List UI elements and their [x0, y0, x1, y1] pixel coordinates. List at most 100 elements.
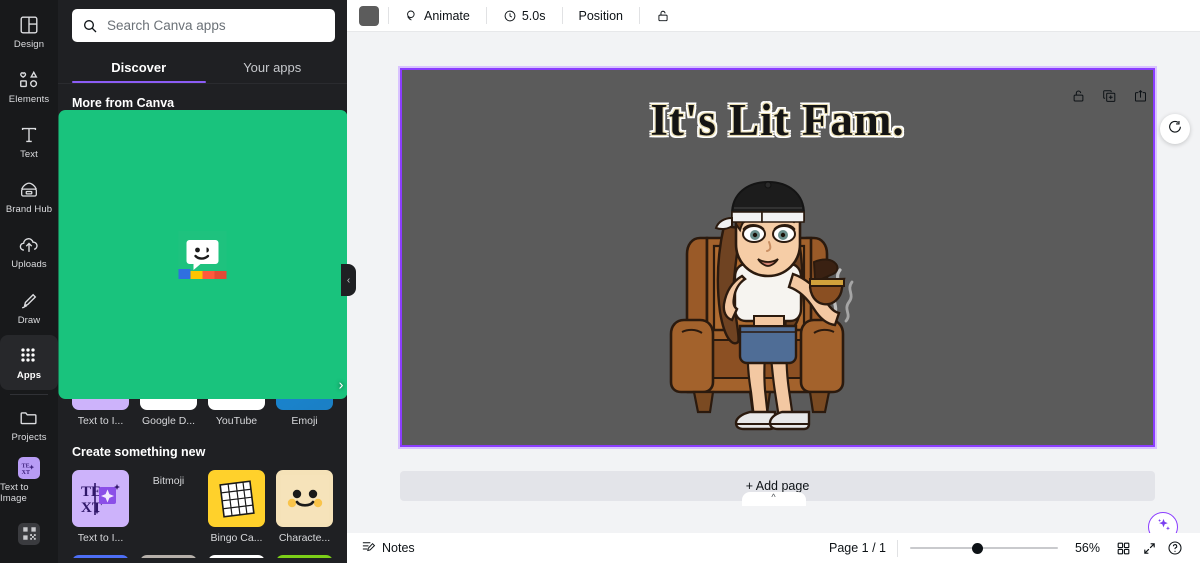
tab-label: Discover [111, 60, 167, 75]
app-tile-smiley[interactable] [208, 555, 265, 558]
apps-grid-icon [18, 345, 40, 367]
sidebar-item-label: Draw [17, 314, 41, 326]
collapse-panel-button[interactable]: ‹ [341, 264, 356, 296]
character-builder-icon [276, 470, 333, 527]
magic-studio-button[interactable] [1148, 512, 1178, 533]
page-tools [1071, 88, 1148, 104]
bingo-card-icon [208, 470, 265, 527]
app-tile-label: Text to I... [77, 532, 124, 544]
toolbar-divider [485, 7, 487, 24]
sidebar-item-projects[interactable]: Projects [0, 397, 58, 452]
face-photo-icon [140, 555, 197, 558]
brand-hub-icon [18, 179, 40, 201]
app-tile-bitmoji[interactable]: Bitmoji [58, 110, 347, 545]
duration-button[interactable]: 5.0s [496, 5, 553, 27]
app-tile-bingo-cards[interactable]: Bingo Ca... [208, 470, 265, 545]
text-to-image-app-icon: TE XT [72, 470, 129, 527]
sidebar-item-brand-hub[interactable]: Brand Hub [0, 170, 58, 225]
add-page-label: + Add page [745, 479, 810, 493]
search-area [58, 0, 347, 42]
app-tile-equations[interactable] [72, 555, 129, 558]
sidebar-item-text-to-image[interactable]: TE XT Text to Image [0, 453, 58, 508]
color-swatch-button[interactable] [359, 5, 379, 26]
sidebar-item-qr-code[interactable] [0, 508, 58, 563]
app-tile-label: Text to I... [77, 415, 124, 427]
elements-icon [18, 69, 40, 91]
add-comment-icon [1167, 119, 1183, 140]
sidebar-item-text[interactable]: Text [0, 114, 58, 169]
notes-expand-tab[interactable]: ^ [741, 492, 806, 506]
rail-divider [10, 394, 48, 396]
duplicate-page-icon[interactable] [1102, 88, 1117, 104]
qr-code-app-icon [276, 555, 333, 558]
status-bar-right: Page 1 / 1 56% [829, 535, 1188, 561]
position-button[interactable]: Position [572, 5, 630, 27]
duration-label: 5.0s [521, 8, 546, 23]
panel-content[interactable]: More from Canva Access even more content… [58, 84, 347, 558]
sidebar-item-elements[interactable]: Elements [0, 59, 58, 114]
animate-icon [405, 9, 419, 23]
design-canvas[interactable]: It's Lit Fam. [400, 68, 1155, 447]
lock-button[interactable] [649, 4, 677, 28]
tab-your-apps[interactable]: Your apps [206, 50, 340, 83]
app-tile-label: Characte... [278, 532, 331, 544]
sidebar-item-label: Projects [11, 431, 47, 443]
animate-button[interactable]: Animate [398, 5, 477, 27]
design-icon [18, 14, 40, 36]
page-indicator[interactable]: Page 1 / 1 [829, 541, 886, 555]
sidebar-item-draw[interactable]: Draw [0, 280, 58, 335]
chevron-left-icon: ‹ [346, 274, 351, 286]
lock-page-icon[interactable] [1071, 88, 1086, 104]
text-to-image-icon: TE XT [18, 456, 40, 479]
canvas-title-text[interactable]: It's Lit Fam. [402, 94, 1153, 146]
app-tile-text-to-image-2[interactable]: TE XT Text to I... [72, 470, 129, 545]
tab-label: Your apps [243, 60, 302, 75]
app-tile-label: YouTube [215, 415, 258, 427]
magic-studio-icon [1155, 516, 1172, 533]
lock-open-icon [656, 8, 670, 24]
toolbar-divider [388, 7, 389, 24]
sidebar-item-label: Apps [16, 369, 42, 381]
grid-view-button[interactable] [1110, 535, 1136, 561]
position-label: Position [578, 8, 623, 23]
left-rail: Design Elements Text Brand Hub Uploads D… [0, 0, 58, 563]
animate-label: Animate [424, 8, 470, 23]
panel-tabs: Discover Your apps [72, 50, 339, 83]
fullscreen-button[interactable] [1136, 535, 1162, 561]
sidebar-item-apps[interactable]: Apps [0, 335, 58, 391]
canvas-area[interactable]: It's Lit Fam. + Add page ^ [347, 32, 1200, 533]
bitmoji-artwork[interactable] [662, 180, 894, 445]
app-tile-label: Bitmoji [152, 475, 185, 487]
zoom-knob[interactable] [972, 542, 983, 554]
clock-icon [503, 9, 517, 23]
canva-editor: Design Elements Text Brand Hub Uploads D… [0, 0, 1200, 563]
app-tile-face-photo[interactable] [140, 555, 197, 558]
text-icon [18, 124, 40, 146]
element-toolbar: Animate 5.0s Position [347, 0, 1200, 32]
status-bar: Notes Page 1 / 1 56% [347, 533, 1200, 563]
search-icon [82, 18, 98, 34]
toolbar-divider [638, 7, 640, 24]
app-tile-character-builder[interactable]: Characte... [276, 470, 333, 545]
zoom-value: 56% [1074, 541, 1100, 555]
sidebar-item-label: Text to Image [0, 481, 29, 504]
search-input[interactable] [107, 18, 325, 33]
export-page-icon[interactable] [1133, 88, 1148, 104]
carousel-next-icon[interactable]: › [333, 377, 347, 394]
zoom-slider[interactable] [910, 541, 1058, 555]
svg-text:XT: XT [22, 470, 30, 476]
app-tile-qr-code[interactable] [276, 555, 333, 558]
sidebar-item-label: Elements [8, 93, 50, 105]
sidebar-item-uploads[interactable]: Uploads [0, 225, 58, 280]
notes-button[interactable]: Notes [361, 539, 415, 557]
sidebar-item-design[interactable]: Design [0, 4, 58, 59]
add-comment-button[interactable] [1160, 114, 1190, 144]
help-button[interactable] [1162, 535, 1188, 561]
zoom-track [910, 547, 1058, 549]
tab-discover[interactable]: Discover [72, 50, 206, 83]
notes-icon [361, 539, 376, 557]
section-title: Create something new [72, 445, 206, 459]
toolbar-divider [561, 7, 563, 24]
search-box[interactable] [72, 9, 335, 42]
sidebar-item-label: Brand Hub [5, 204, 53, 216]
